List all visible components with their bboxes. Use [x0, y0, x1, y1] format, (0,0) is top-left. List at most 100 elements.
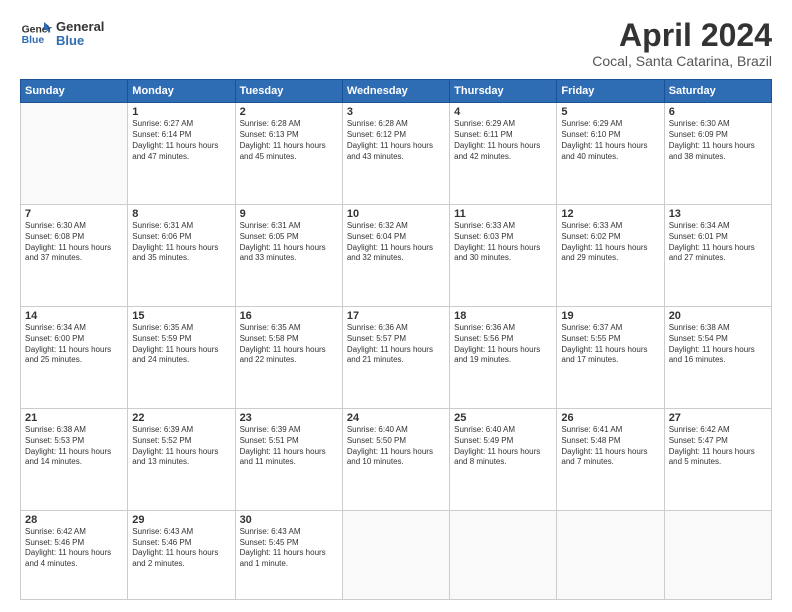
calendar-cell: 21Sunrise: 6:38 AMSunset: 5:53 PMDayligh…	[21, 408, 128, 510]
col-header-sunday: Sunday	[21, 80, 128, 103]
header: General Blue General Blue April 2024 Coc…	[20, 18, 772, 69]
week-row-1: 7Sunrise: 6:30 AMSunset: 6:08 PMDaylight…	[21, 205, 772, 307]
calendar-cell: 19Sunrise: 6:37 AMSunset: 5:55 PMDayligh…	[557, 307, 664, 409]
calendar-cell: 5Sunrise: 6:29 AMSunset: 6:10 PMDaylight…	[557, 103, 664, 205]
month-title: April 2024	[592, 18, 772, 53]
day-number: 6	[669, 106, 767, 118]
week-row-4: 28Sunrise: 6:42 AMSunset: 5:46 PMDayligh…	[21, 510, 772, 599]
cell-info: Sunrise: 6:35 AMSunset: 5:58 PMDaylight:…	[240, 323, 338, 366]
calendar-header-row: SundayMondayTuesdayWednesdayThursdayFrid…	[21, 80, 772, 103]
day-number: 14	[25, 310, 123, 322]
calendar-cell: 16Sunrise: 6:35 AMSunset: 5:58 PMDayligh…	[235, 307, 342, 409]
logo-general: General	[56, 20, 104, 34]
cell-info: Sunrise: 6:41 AMSunset: 5:48 PMDaylight:…	[561, 425, 659, 468]
day-number: 5	[561, 106, 659, 118]
day-number: 24	[347, 412, 445, 424]
cell-info: Sunrise: 6:31 AMSunset: 6:05 PMDaylight:…	[240, 221, 338, 264]
cell-info: Sunrise: 6:42 AMSunset: 5:46 PMDaylight:…	[25, 527, 123, 570]
day-number: 23	[240, 412, 338, 424]
calendar-cell: 25Sunrise: 6:40 AMSunset: 5:49 PMDayligh…	[450, 408, 557, 510]
col-header-friday: Friday	[557, 80, 664, 103]
cell-info: Sunrise: 6:38 AMSunset: 5:53 PMDaylight:…	[25, 425, 123, 468]
calendar-cell: 26Sunrise: 6:41 AMSunset: 5:48 PMDayligh…	[557, 408, 664, 510]
day-number: 30	[240, 514, 338, 526]
calendar-cell: 2Sunrise: 6:28 AMSunset: 6:13 PMDaylight…	[235, 103, 342, 205]
cell-info: Sunrise: 6:33 AMSunset: 6:03 PMDaylight:…	[454, 221, 552, 264]
calendar-cell	[557, 510, 664, 599]
calendar-table: SundayMondayTuesdayWednesdayThursdayFrid…	[20, 79, 772, 600]
cell-info: Sunrise: 6:39 AMSunset: 5:51 PMDaylight:…	[240, 425, 338, 468]
calendar-cell: 14Sunrise: 6:34 AMSunset: 6:00 PMDayligh…	[21, 307, 128, 409]
calendar-cell: 24Sunrise: 6:40 AMSunset: 5:50 PMDayligh…	[342, 408, 449, 510]
day-number: 21	[25, 412, 123, 424]
cell-info: Sunrise: 6:31 AMSunset: 6:06 PMDaylight:…	[132, 221, 230, 264]
calendar-cell: 7Sunrise: 6:30 AMSunset: 6:08 PMDaylight…	[21, 205, 128, 307]
cell-info: Sunrise: 6:42 AMSunset: 5:47 PMDaylight:…	[669, 425, 767, 468]
calendar-cell	[342, 510, 449, 599]
calendar-cell: 11Sunrise: 6:33 AMSunset: 6:03 PMDayligh…	[450, 205, 557, 307]
day-number: 3	[347, 106, 445, 118]
location: Cocal, Santa Catarina, Brazil	[592, 53, 772, 69]
calendar-cell: 22Sunrise: 6:39 AMSunset: 5:52 PMDayligh…	[128, 408, 235, 510]
calendar-cell: 4Sunrise: 6:29 AMSunset: 6:11 PMDaylight…	[450, 103, 557, 205]
title-block: April 2024 Cocal, Santa Catarina, Brazil	[592, 18, 772, 69]
cell-info: Sunrise: 6:40 AMSunset: 5:50 PMDaylight:…	[347, 425, 445, 468]
day-number: 12	[561, 208, 659, 220]
calendar-cell: 17Sunrise: 6:36 AMSunset: 5:57 PMDayligh…	[342, 307, 449, 409]
calendar-cell: 20Sunrise: 6:38 AMSunset: 5:54 PMDayligh…	[664, 307, 771, 409]
cell-info: Sunrise: 6:36 AMSunset: 5:57 PMDaylight:…	[347, 323, 445, 366]
day-number: 4	[454, 106, 552, 118]
calendar-cell	[664, 510, 771, 599]
col-header-thursday: Thursday	[450, 80, 557, 103]
col-header-monday: Monday	[128, 80, 235, 103]
cell-info: Sunrise: 6:36 AMSunset: 5:56 PMDaylight:…	[454, 323, 552, 366]
calendar-cell: 1Sunrise: 6:27 AMSunset: 6:14 PMDaylight…	[128, 103, 235, 205]
calendar-cell: 6Sunrise: 6:30 AMSunset: 6:09 PMDaylight…	[664, 103, 771, 205]
calendar-cell: 30Sunrise: 6:43 AMSunset: 5:45 PMDayligh…	[235, 510, 342, 599]
day-number: 13	[669, 208, 767, 220]
calendar-cell: 28Sunrise: 6:42 AMSunset: 5:46 PMDayligh…	[21, 510, 128, 599]
day-number: 29	[132, 514, 230, 526]
calendar-cell: 18Sunrise: 6:36 AMSunset: 5:56 PMDayligh…	[450, 307, 557, 409]
calendar-cell: 10Sunrise: 6:32 AMSunset: 6:04 PMDayligh…	[342, 205, 449, 307]
calendar-cell: 29Sunrise: 6:43 AMSunset: 5:46 PMDayligh…	[128, 510, 235, 599]
calendar-cell	[450, 510, 557, 599]
day-number: 16	[240, 310, 338, 322]
day-number: 28	[25, 514, 123, 526]
cell-info: Sunrise: 6:38 AMSunset: 5:54 PMDaylight:…	[669, 323, 767, 366]
day-number: 10	[347, 208, 445, 220]
day-number: 26	[561, 412, 659, 424]
day-number: 2	[240, 106, 338, 118]
logo-blue: Blue	[56, 34, 104, 48]
calendar-cell: 9Sunrise: 6:31 AMSunset: 6:05 PMDaylight…	[235, 205, 342, 307]
cell-info: Sunrise: 6:35 AMSunset: 5:59 PMDaylight:…	[132, 323, 230, 366]
cell-info: Sunrise: 6:43 AMSunset: 5:46 PMDaylight:…	[132, 527, 230, 570]
cell-info: Sunrise: 6:28 AMSunset: 6:12 PMDaylight:…	[347, 119, 445, 162]
day-number: 17	[347, 310, 445, 322]
week-row-2: 14Sunrise: 6:34 AMSunset: 6:00 PMDayligh…	[21, 307, 772, 409]
day-number: 8	[132, 208, 230, 220]
day-number: 11	[454, 208, 552, 220]
day-number: 9	[240, 208, 338, 220]
week-row-0: 1Sunrise: 6:27 AMSunset: 6:14 PMDaylight…	[21, 103, 772, 205]
day-number: 7	[25, 208, 123, 220]
day-number: 25	[454, 412, 552, 424]
day-number: 18	[454, 310, 552, 322]
calendar-cell: 8Sunrise: 6:31 AMSunset: 6:06 PMDaylight…	[128, 205, 235, 307]
calendar-cell: 27Sunrise: 6:42 AMSunset: 5:47 PMDayligh…	[664, 408, 771, 510]
cell-info: Sunrise: 6:27 AMSunset: 6:14 PMDaylight:…	[132, 119, 230, 162]
col-header-wednesday: Wednesday	[342, 80, 449, 103]
col-header-tuesday: Tuesday	[235, 80, 342, 103]
cell-info: Sunrise: 6:28 AMSunset: 6:13 PMDaylight:…	[240, 119, 338, 162]
cell-info: Sunrise: 6:34 AMSunset: 6:01 PMDaylight:…	[669, 221, 767, 264]
cell-info: Sunrise: 6:32 AMSunset: 6:04 PMDaylight:…	[347, 221, 445, 264]
col-header-saturday: Saturday	[664, 80, 771, 103]
cell-info: Sunrise: 6:39 AMSunset: 5:52 PMDaylight:…	[132, 425, 230, 468]
cell-info: Sunrise: 6:30 AMSunset: 6:08 PMDaylight:…	[25, 221, 123, 264]
day-number: 22	[132, 412, 230, 424]
cell-info: Sunrise: 6:40 AMSunset: 5:49 PMDaylight:…	[454, 425, 552, 468]
calendar-cell: 23Sunrise: 6:39 AMSunset: 5:51 PMDayligh…	[235, 408, 342, 510]
cell-info: Sunrise: 6:34 AMSunset: 6:00 PMDaylight:…	[25, 323, 123, 366]
svg-text:Blue: Blue	[22, 35, 45, 46]
cell-info: Sunrise: 6:29 AMSunset: 6:11 PMDaylight:…	[454, 119, 552, 162]
